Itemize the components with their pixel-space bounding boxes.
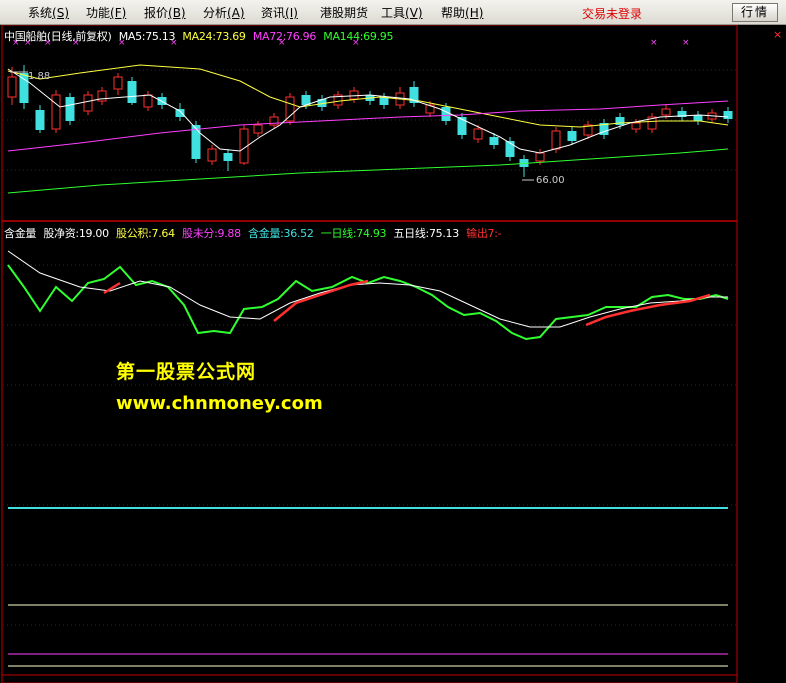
quote-button[interactable]: 行情 [732,3,778,22]
chart-area[interactable]: × × × × × × × × × × 中国船舶(日线,前复权) MA5:75.13 MA24:7… [0,25,786,683]
trade-login-status[interactable]: 交易未登录 [582,5,642,22]
menu-item-label: 系统 [28,6,53,20]
candle-body [7,76,17,98]
main-chart-legend: 中国船舶(日线,前复权) MA5:75.13 MA24:73.69 MA72:7… [4,28,397,44]
candle-body [473,128,483,140]
candle-body [535,152,545,162]
menu-item-hotkey: (V) [405,6,423,20]
menu-item-hotkey: (B) [168,6,186,20]
menu-item-label: 功能 [86,6,111,20]
candle-body [567,131,577,141]
event-marker-icon: × [682,38,690,48]
close-icon[interactable]: × [773,28,782,41]
candle-body [253,124,263,134]
ma24-legend: MA24:73.69 [182,30,246,43]
candle-body [551,130,561,150]
candle-body [489,137,499,145]
menu-item-label: 港股期货 [320,6,369,20]
one-day-line-legend: 一日线:74.93 [320,227,387,240]
net-assets-legend: 股净资:19.00 [43,227,109,240]
menu-item[interactable]: 资讯(I) [261,4,298,21]
menu-item[interactable]: 帮助(H) [441,4,483,21]
menu-item[interactable]: 功能(F) [86,4,126,21]
candle-body [143,94,153,108]
candle-body [113,76,123,90]
candle-body [223,153,233,161]
candle-body [83,94,93,112]
menu-item[interactable]: 报价(B) [144,4,186,21]
menu-item-label: 帮助 [441,6,466,20]
ma5-legend: MA5:75.13 [118,30,176,43]
candle-body [207,148,217,162]
candle-body [349,90,359,100]
high-price-label: 1.88 [28,71,51,82]
indicator-name: 含金量 [4,227,37,240]
candle-body [723,111,733,119]
low-price-label: 66.00 [536,175,565,186]
menu-item-label: 资讯 [261,6,286,20]
event-marker-icon: × [650,38,658,48]
ma144-line [7,148,729,194]
candle-body [285,96,295,122]
candle-body [65,97,75,121]
menu-item[interactable]: 系统(S) [28,4,69,21]
menu-bar: 系统(S) 功能(F) 报价(B) 分析(A) 资讯(I) 港股期货 工具(V) 帮助(H) … [0,0,786,25]
candle-body [127,81,137,103]
five-day-line [7,250,728,328]
candle-body [441,107,451,121]
reserve-legend: 股公积:7.64 [116,227,175,240]
menu-item[interactable]: 工具(V) [381,4,423,21]
ma72-legend: MA72:76.96 [252,30,317,43]
watermark-url: www.chnmoney.com [116,393,323,414]
indicator-legend: 含金量 股净资:19.00 股公积:7.64 股未分:9.88 含金量:36.5… [4,225,505,241]
menu-item-label: 报价 [144,6,169,20]
candle-body [631,122,641,130]
output-segment [273,279,369,322]
menu-item-hotkey: (A) [227,6,245,20]
five-day-line-legend: 五日线:75.13 [393,227,459,240]
watermark-title: 第一股票公式网 [116,361,257,383]
time-axis [1,674,738,683]
undistributed-legend: 股未分:9.88 [182,227,241,240]
candle-body [693,115,703,121]
stock-title: 中国船舶(日线,前复权) [4,30,112,43]
candle-body [175,109,185,117]
gold-content-line [7,264,729,341]
menu-item-hotkey: (I) [285,6,298,20]
menu-item-label: 工具 [381,6,406,20]
menu-item-hotkey: (H) [465,6,484,20]
menu-item-hotkey: (S) [52,6,69,20]
output-legend: 输出7:- [466,227,502,240]
candle-body [661,108,671,116]
candle-body [35,110,45,130]
gold-content-legend: 含金量:36.52 [248,227,314,240]
candle-body [51,94,61,130]
menu-item-hotkey: (F) [110,6,127,20]
menu-item[interactable]: 港股期货 [320,4,368,21]
ma144-legend: MA144:69.95 [323,30,394,43]
menu-item[interactable]: 分析(A) [203,4,245,21]
chart-border [1,25,738,683]
kline-chart[interactable]: × × × × × × × × × × [0,25,786,683]
menu-item-label: 分析 [203,6,228,20]
